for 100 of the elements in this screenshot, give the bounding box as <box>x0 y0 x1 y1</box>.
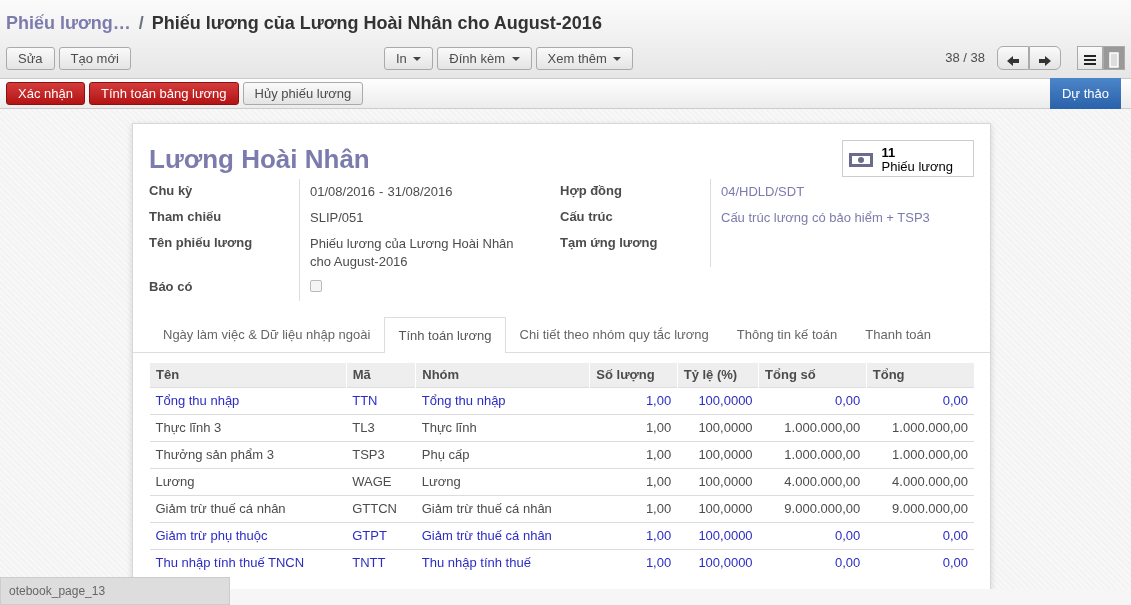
table-cell: Phụ cấp <box>415 441 590 468</box>
caret-icon <box>413 57 422 62</box>
column-header[interactable]: Tên <box>149 362 347 387</box>
tab[interactable]: Ngày làm việc & Dữ liệu nhập ngoài <box>149 317 385 352</box>
table-cell: 1,00 <box>589 441 678 468</box>
money-icon <box>847 152 874 168</box>
table-cell: TL3 <box>346 414 416 441</box>
column-header[interactable]: Tổng số <box>758 362 867 387</box>
field-value: Phiếu lương của Lương Hoài Nhân cho August-2016 <box>310 236 514 269</box>
table-cell: Tổng thu nhập <box>149 387 347 414</box>
column-header[interactable]: Tỷ lệ (%) <box>677 362 759 387</box>
table-cell: 4.000.000,00 <box>866 468 974 495</box>
breadcrumb-link[interactable]: Phiếu lương… <box>6 13 131 33</box>
range-separator: - <box>379 184 384 199</box>
page-icon <box>1109 51 1119 68</box>
table-cell: 9.000.000,00 <box>866 495 974 522</box>
status-tooltip: otebook_page_13 <box>0 577 230 605</box>
field-label: Tham chiếu <box>149 208 223 226</box>
table-cell: 100,0000 <box>677 549 759 576</box>
table-cell: 100,0000 <box>677 441 759 468</box>
table-cell: 1.000.000,00 <box>866 441 974 468</box>
table-cell: GTTCN <box>346 495 416 522</box>
table-cell: Giảm trừ thuế cá nhân <box>415 522 590 549</box>
table-cell: 100,0000 <box>677 522 759 549</box>
next-button[interactable] <box>1029 46 1061 70</box>
action-button[interactable]: Xác nhận <box>6 82 85 105</box>
tab[interactable]: Thông tin kế toán <box>722 317 852 352</box>
column-header[interactable]: Mã <box>346 362 416 387</box>
edit-button[interactable]: Sửa <box>6 46 55 70</box>
field-label: Tạm ứng lương <box>560 234 659 252</box>
table-cell: 100,0000 <box>677 387 759 414</box>
table-cell: 0,00 <box>758 522 867 549</box>
checkbox[interactable] <box>310 280 322 292</box>
table-cell: 100,0000 <box>677 468 759 495</box>
table-cell: 1,00 <box>589 387 678 414</box>
table-cell: Thu nhập tính thuế <box>415 549 590 576</box>
column-header[interactable]: Số lượng <box>589 362 678 387</box>
field-label: Chu kỳ <box>149 182 194 200</box>
table-cell: GTPT <box>346 522 416 549</box>
action-button[interactable]: Hủy phiếu lương <box>242 82 364 105</box>
caret-icon <box>511 57 520 62</box>
breadcrumb-separator: / <box>138 13 144 33</box>
count-text: 11 <box>881 146 897 160</box>
table-cell: 1,00 <box>589 495 678 522</box>
field-label: Hợp đồng <box>560 182 623 200</box>
dropdown-button[interactable]: Đính kèm <box>437 46 532 70</box>
table-cell: TSP3 <box>346 441 416 468</box>
tab[interactable]: Tính toán lương <box>384 317 506 353</box>
dropdown-button[interactable]: In <box>383 46 434 70</box>
field-value: 01/08/2016 <box>310 184 376 199</box>
count-label: Phiếu lương <box>881 160 953 174</box>
table-cell: Thực lĩnh 3 <box>149 414 347 441</box>
table-cell: Thưởng sản phẩm 3 <box>149 441 347 468</box>
table-cell: 1.000.000,00 <box>758 441 867 468</box>
arrow-right-icon <box>1038 54 1052 67</box>
arrow-left-icon <box>1006 54 1020 67</box>
table-cell: 1.000.000,00 <box>866 414 974 441</box>
table-cell: Lương <box>415 468 590 495</box>
tab[interactable]: Chi tiết theo nhóm quy tắc lương <box>505 317 723 352</box>
table-cell: Thu nhập tính thuế TNCN <box>149 549 347 576</box>
table-cell: TTN <box>346 387 416 414</box>
table-cell: 1,00 <box>589 522 678 549</box>
table-cell: 100,0000 <box>677 495 759 522</box>
payslip-count-button[interactable]: 11 Phiếu lương <box>841 140 974 177</box>
table-cell: 1,00 <box>589 414 678 441</box>
list-view-button[interactable] <box>1077 46 1103 70</box>
table-cell: 1.000.000,00 <box>758 414 867 441</box>
field-label: Tên phiếu lương <box>149 234 254 252</box>
table-cell: Thực lĩnh <box>415 414 590 441</box>
dropdown-button[interactable]: Xem thêm <box>535 46 634 70</box>
table-cell: 0,00 <box>866 522 974 549</box>
table-cell: 0,00 <box>866 387 974 414</box>
table-cell: 0,00 <box>866 549 974 576</box>
table-cell: Lương <box>149 468 347 495</box>
status-button[interactable]: Dự thảo <box>1050 77 1121 110</box>
employee-name: Lương Hoài Nhân <box>149 143 370 176</box>
column-header[interactable]: Tổng <box>866 362 974 387</box>
field-label: Cấu trúc <box>560 208 614 226</box>
list-icon <box>1083 53 1097 66</box>
previous-button[interactable] <box>997 46 1029 70</box>
table-cell: 0,00 <box>758 549 867 576</box>
table-cell: 4.000.000,00 <box>758 468 867 495</box>
pager-counter: 38 / 38 <box>945 49 985 68</box>
create-button[interactable]: Tạo mới <box>58 46 131 70</box>
table-cell: 1,00 <box>589 468 678 495</box>
action-button[interactable]: Tính toán bảng lương <box>88 82 239 105</box>
column-header[interactable]: Nhóm <box>415 362 590 387</box>
tab[interactable]: Thanh toán <box>851 317 946 352</box>
table-cell: 0,00 <box>758 387 867 414</box>
table-cell: 100,0000 <box>677 414 759 441</box>
table-cell: Tổng thu nhập <box>415 387 590 414</box>
field-value: 31/08/2016 <box>387 184 453 199</box>
table-cell: TNTT <box>346 549 416 576</box>
field-link[interactable]: 04/HDLD/SDT <box>721 184 805 199</box>
field-label: Báo có <box>149 278 194 296</box>
table-cell: Giảm trừ thuế cá nhân <box>415 495 590 522</box>
table-cell: 9.000.000,00 <box>758 495 867 522</box>
table-cell: 1,00 <box>589 549 678 576</box>
page-title: Phiếu lương của Lương Hoài Nhân cho August-2016 <box>151 13 602 33</box>
field-link[interactable]: Cấu trúc lương có bảo hiểm + TSP3 <box>721 210 930 225</box>
